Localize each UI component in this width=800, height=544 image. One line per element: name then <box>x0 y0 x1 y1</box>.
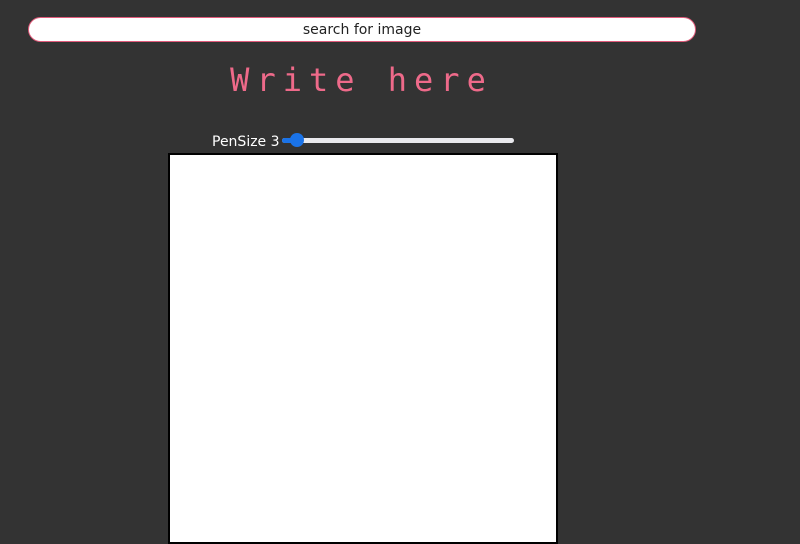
drawing-page: Write here PenSize 3 <box>0 0 800 544</box>
pen-size-slider[interactable] <box>281 133 514 147</box>
drawing-canvas[interactable] <box>168 153 558 544</box>
slider-track <box>281 138 514 143</box>
slider-thumb[interactable] <box>290 133 305 147</box>
page-title: Write here <box>230 61 493 99</box>
search-input[interactable] <box>28 17 696 42</box>
pen-size-control: PenSize 3 <box>212 128 514 152</box>
pen-size-label: PenSize 3 <box>212 134 280 150</box>
